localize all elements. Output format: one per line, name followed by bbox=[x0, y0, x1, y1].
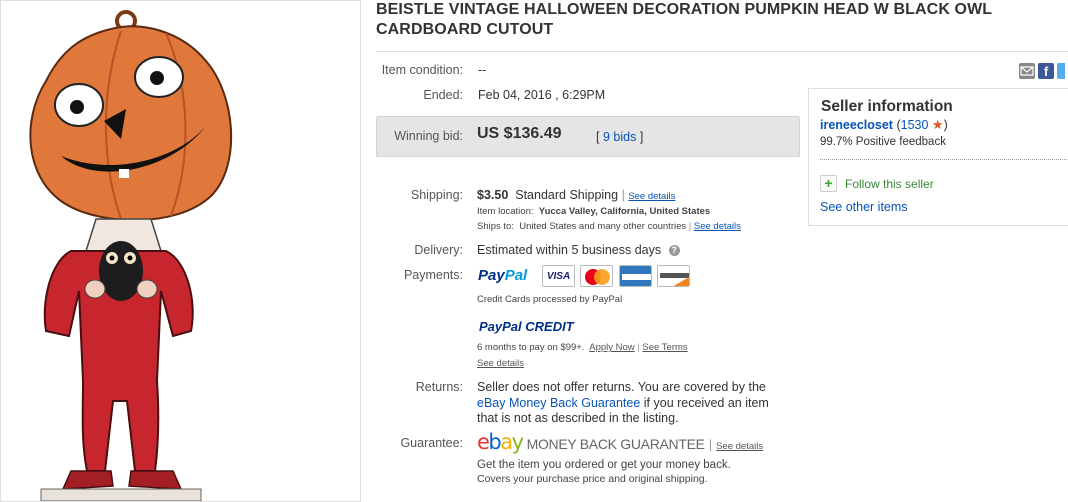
seller-name-link[interactable]: ireneecloset bbox=[820, 118, 893, 132]
ended-label: Ended: bbox=[423, 88, 463, 102]
email-icon[interactable] bbox=[1019, 63, 1035, 79]
ebay-logo-y: y bbox=[511, 430, 524, 454]
paypal-logo: PayPal bbox=[478, 267, 527, 284]
payments-see-details: See details bbox=[477, 358, 524, 369]
paypal-logo-pal: Pal bbox=[504, 267, 528, 284]
condition-value: -- bbox=[478, 63, 487, 77]
ships-to-value: United States and many other countries bbox=[519, 221, 687, 232]
delivery-estimate: Estimated within 5 business days bbox=[477, 243, 662, 257]
shipping-cost: $3.50 bbox=[477, 188, 509, 202]
follow-seller-label: Follow this seller bbox=[845, 176, 934, 191]
seller-info-title: Seller information bbox=[821, 98, 953, 115]
returns-text-3: that is not as described in the listing. bbox=[477, 411, 679, 425]
apply-now-link[interactable]: Apply Now bbox=[589, 342, 634, 353]
ebay-logo-e: e bbox=[477, 430, 490, 454]
guarantee-line-2: Covers your purchase price and original … bbox=[477, 473, 708, 485]
shipping-label: Shipping: bbox=[410, 188, 463, 202]
credit-offer-text: 6 months to pay on $99+. bbox=[477, 342, 585, 353]
guarantee-label: Guarantee: bbox=[400, 436, 463, 450]
paypal-credit-logo: PayPal CREDIT bbox=[479, 319, 574, 334]
credit-separator: | bbox=[637, 342, 640, 353]
winning-bid-label: Winning bid: bbox=[394, 129, 463, 143]
guarantee-line-1: Get the item you ordered or get your mon… bbox=[477, 459, 731, 471]
returns-label: Returns: bbox=[415, 380, 463, 394]
product-image[interactable] bbox=[0, 0, 361, 502]
payments-see-details-link[interactable]: See details bbox=[477, 358, 524, 369]
ships-to-label: Ships to: bbox=[477, 221, 514, 232]
ebay-logo-b: b bbox=[488, 430, 501, 454]
ebay-logo-a: a bbox=[500, 430, 513, 454]
visa-icon: VISA bbox=[542, 265, 575, 287]
card-logos: VISA bbox=[542, 265, 692, 287]
follow-seller-button[interactable]: + Follow this seller bbox=[820, 175, 934, 192]
guarantee-see-details-link[interactable]: See details bbox=[716, 441, 763, 452]
twitter-icon[interactable] bbox=[1057, 63, 1065, 79]
shipping-see-details-link[interactable]: See details bbox=[628, 191, 675, 202]
positive-feedback: 99.7% Positive feedback bbox=[820, 136, 946, 148]
help-icon[interactable]: ? bbox=[668, 245, 680, 257]
ebay-logo: ebay bbox=[477, 430, 524, 454]
mastercard-icon bbox=[580, 265, 614, 287]
discover-icon bbox=[657, 265, 691, 287]
seller-info-panel: Seller information ireneecloset (1530 ★)… bbox=[808, 88, 1068, 226]
item-location-value: Yucca Valley, California, United States bbox=[538, 206, 711, 217]
see-other-items-link[interactable]: See other items bbox=[820, 200, 908, 214]
ships-to-separator: | bbox=[688, 221, 692, 232]
winning-bid-value: US $136.49 bbox=[477, 125, 562, 142]
ships-to-see-details-link[interactable]: See details bbox=[694, 221, 741, 232]
seller-divider bbox=[820, 159, 1068, 160]
condition-label: Item condition: bbox=[381, 63, 463, 77]
share-icons: f bbox=[1019, 63, 1065, 79]
returns-text: Seller does not offer returns. You are c… bbox=[477, 380, 807, 427]
bids-link[interactable]: 9 bids bbox=[603, 130, 636, 144]
shipping-method: Standard Shipping bbox=[515, 188, 619, 202]
seller-name-row: ireneecloset (1530 ★) bbox=[820, 117, 948, 133]
item-title: BEISTLE VINTAGE HALLOWEEN DECORATION PUM… bbox=[376, 1, 992, 38]
money-back-guarantee-link[interactable]: eBay Money Back Guarantee bbox=[477, 396, 640, 410]
ships-to: Ships to: United States and many other c… bbox=[477, 221, 741, 232]
score-close-paren: ) bbox=[943, 118, 948, 132]
item-location-label: Item location: bbox=[477, 206, 534, 217]
credit-cards-processed: Credit Cards processed by PayPal bbox=[477, 294, 623, 305]
guarantee-separator: | bbox=[708, 437, 713, 452]
payments-label: Payments: bbox=[403, 268, 463, 282]
returns-text-2: if you received an item bbox=[640, 395, 769, 410]
pumpkin-head-cutout-image bbox=[29, 10, 233, 501]
money-back-guarantee-text: MONEY BACK GUARANTEE bbox=[526, 436, 705, 452]
shipping-separator: | bbox=[621, 188, 625, 202]
paypal-logo-pay: Pay bbox=[478, 267, 505, 284]
shipping-value: $3.50 Standard Shipping | See details bbox=[477, 188, 675, 202]
bid-count: [ 9 bids ] bbox=[596, 130, 643, 144]
facebook-icon[interactable]: f bbox=[1038, 63, 1054, 79]
bids-close-bracket: ] bbox=[639, 130, 644, 144]
delivery-label: Delivery: bbox=[414, 243, 463, 257]
title-divider bbox=[376, 51, 1068, 52]
guarantee-logo-row: ebay MONEY BACK GUARANTEE | See details bbox=[477, 430, 763, 454]
ended-value: Feb 04, 2016 , 6:29PM bbox=[478, 88, 606, 102]
amex-icon bbox=[618, 265, 652, 287]
feedback-score-link[interactable]: 1530 bbox=[901, 118, 929, 132]
star-icon: ★ bbox=[931, 117, 944, 132]
returns-text-1: Seller does not offer returns. You are c… bbox=[477, 380, 766, 394]
delivery-value: Estimated within 5 business days ? bbox=[477, 243, 680, 257]
plus-icon: + bbox=[820, 175, 837, 192]
paypal-credit-offer: 6 months to pay on $99+. Apply Now | See… bbox=[477, 342, 688, 353]
bids-open-bracket: [ bbox=[596, 130, 600, 144]
item-location: Item location: Yucca Valley, California,… bbox=[477, 206, 710, 217]
see-terms-link[interactable]: See Terms bbox=[642, 342, 687, 353]
